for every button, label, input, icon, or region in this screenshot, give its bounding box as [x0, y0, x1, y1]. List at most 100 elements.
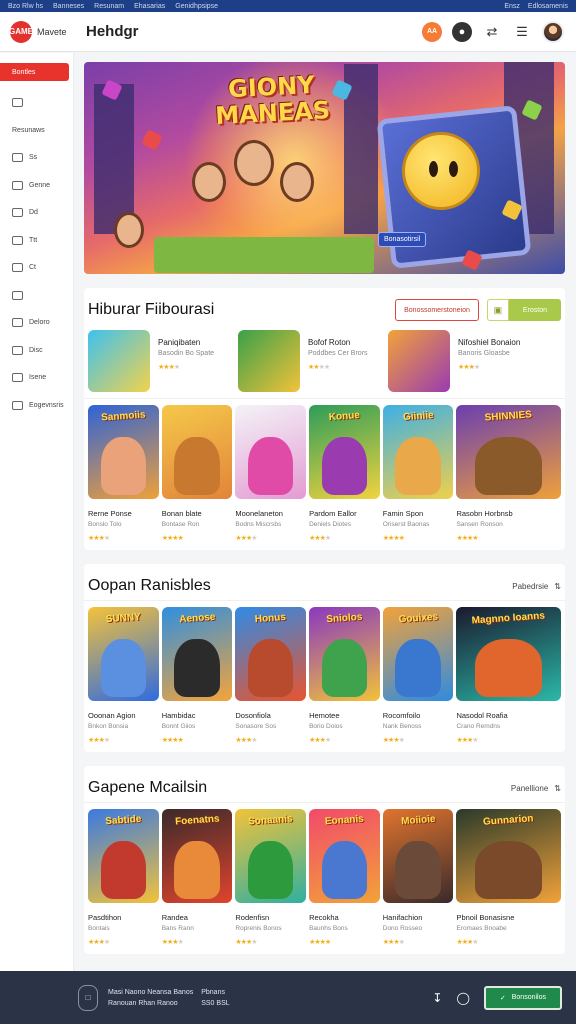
game-thumbnail[interactable]: SHINNIES [456, 405, 561, 499]
game-thumbnail[interactable]: SUNNY [88, 607, 159, 701]
top-nav-link[interactable]: Ehasarias [134, 3, 165, 10]
game-card[interactable]: Giiniie Famin Spon Oriserst Baonas ★★★★ [382, 405, 454, 542]
avatar[interactable] [542, 20, 564, 43]
game-thumbnail[interactable] [238, 330, 300, 392]
game-thumbnail[interactable]: Moiioie [382, 809, 454, 903]
game-thumbnail[interactable]: Giiniie [382, 405, 454, 499]
game-thumbnail[interactable]: Gunnarion [456, 809, 561, 903]
sidebar-item-ttt[interactable]: Ttt [0, 227, 73, 255]
game-thumbnail[interactable] [161, 405, 233, 499]
featured-game[interactable]: Nifoshiel Bonaion Banoris Gloasbe ★★★★ [388, 330, 538, 394]
profile-badge-button[interactable]: AA [422, 21, 442, 42]
top-nav-link[interactable]: Bzo Rlw hs [8, 3, 43, 10]
game-card[interactable]: Sniolos Hemotee Borio Doios ★★★★ [309, 607, 380, 744]
share-icon[interactable]: ⇄ [482, 22, 502, 42]
game-name: Nifoshiel Bonaion [458, 338, 521, 347]
sidebar-item-genne[interactable]: Genne [0, 172, 73, 200]
star-icon: ★ [398, 535, 405, 542]
hero-badge[interactable]: Bonasotirsil [378, 232, 427, 247]
hero-character [280, 162, 314, 202]
game-thumbnail[interactable] [88, 330, 150, 392]
list-icon[interactable]: ☰ [512, 22, 532, 42]
game-card[interactable]: Sonaanis Rodenfisn Roprenis Bonos ★★★★ [235, 809, 307, 946]
fire-icon[interactable]: ● [452, 21, 472, 42]
footer-action-button[interactable]: ✓ Bonsonilos [483, 985, 562, 1010]
logo[interactable]: GAME Mavete [0, 20, 86, 43]
game-thumbnail[interactable]: Magnno Ioanns [456, 607, 561, 701]
folder-icon[interactable]: ▣ [486, 299, 509, 321]
game-thumbnail[interactable]: Honus [235, 607, 307, 701]
featured-game[interactable]: Paniqibaten Basodin Bo Spate ★★★★ [88, 330, 238, 394]
featured-game[interactable]: Bofof Roton Poddbes Cer Brors ★★★★ [238, 330, 388, 394]
game-thumbnail[interactable]: Eonanis [309, 809, 380, 903]
game-card[interactable]: Aenose Hambidac Bonnt Giios ★★★★ [161, 607, 233, 744]
game-card[interactable]: SUNNY Ooonan Agion Bnkon Bonsia ★★★★ [88, 607, 159, 744]
top-nav-right-link[interactable]: Edlosamenis [528, 3, 568, 10]
game-name: Hanifachion [382, 913, 423, 922]
game-thumbnail[interactable]: Sniolos [309, 607, 380, 701]
game-thumbnail[interactable] [235, 405, 307, 499]
game-card[interactable]: Moiioie Hanifachion Dono Rosseo ★★★★ [382, 809, 454, 946]
star-icon: ★ [323, 364, 330, 371]
game-thumbnail[interactable]: Sabtide [88, 809, 159, 903]
game-card[interactable]: Eonanis Recokha Baunhs Bons ★★★★ [309, 809, 380, 946]
game-card[interactable]: Gunnarion Pbnoil Bonasisne Eromaes Bnoabe ★… [456, 809, 561, 946]
game-card[interactable]: Konue Pardom Eallor Deniels Diotes ★★★★ [309, 405, 380, 542]
game-card[interactable]: Gouixes Rocomfoilo Nank Benoss ★★★★ [382, 607, 454, 744]
character-art [100, 436, 146, 496]
menu-icon [12, 235, 23, 245]
game-card[interactable]: Sanmoiis Rerne Ponse Bonslo Tolo ★★★★ [88, 405, 159, 542]
box-icon [12, 153, 23, 163]
rating-stars: ★★★★ [88, 938, 159, 946]
character-art [321, 840, 368, 900]
game-thumbnail[interactable]: Foenatns [161, 809, 233, 903]
sidebar-item-eogevnsris[interactable]: Eogevnsris [0, 392, 73, 420]
game-card[interactable]: Magnno Ioanns Nasodol Roafia Crano Remdns ★… [456, 607, 561, 744]
sidebar-item-dd[interactable]: Dd [0, 199, 73, 227]
sidebar-item-ct[interactable]: Ct [0, 254, 73, 282]
game-thumbnail[interactable]: Konue [309, 405, 380, 499]
sidebar-item-isene[interactable]: Isene [0, 364, 73, 392]
shield-icon[interactable]: ◯ [456, 991, 469, 1005]
sidebar-item-label: Ttt [29, 236, 38, 244]
game-thumbnail[interactable]: Aenose [161, 607, 233, 701]
see-all-link[interactable]: Panellione ⇅ [511, 784, 561, 793]
top-nav-link[interactable]: Banneses [53, 3, 84, 10]
game-card[interactable]: Honus Dosonfiola Sonasore Sos ★★★★ [235, 607, 307, 744]
section-actions: Pabedrsie ⇅ [512, 582, 561, 591]
hero-banner[interactable]: GIONY MANEAS Bonasotirsil [84, 62, 565, 274]
sidebar-item-icon-8[interactable] [0, 282, 73, 310]
sidebar-item-bontles[interactable]: Bontles [0, 63, 69, 81]
sidebar-item-ss[interactable]: Ss [0, 144, 73, 172]
game-card[interactable]: Foenatns Randea Bans Rann ★★★★ [161, 809, 233, 946]
see-all-link[interactable]: Pabedrsie ⇅ [512, 582, 561, 591]
game-card[interactable]: Bonan blate Bontase Ron ★★★★ [161, 405, 233, 542]
sidebar-item-disc[interactable]: Disc [0, 337, 73, 365]
game-card[interactable]: Moonelaneton Bodns Miscrsbs ★★★★ [235, 405, 307, 542]
sidebar-item-deloro[interactable]: Deloro [0, 309, 73, 337]
filter-button[interactable]: Bonossomerstoneion [395, 299, 479, 321]
game-thumbnail[interactable]: Gouixes [382, 607, 454, 701]
browse-button[interactable]: Eroston [508, 299, 561, 321]
game-card[interactable]: Sabtide Pasdtihon Bontais ★★★★ [88, 809, 159, 946]
sidebar-item-resunaws[interactable]: Resunaws [0, 117, 73, 145]
character-art [248, 638, 294, 698]
game-grid: Sabtide Pasdtihon Bontais ★★★★ Foenatns Rande… [84, 802, 565, 946]
download-icon[interactable]: ↧ [432, 991, 442, 1005]
featured-meta: Nifoshiel Bonaion Banoris Gloasbe ★★★★ [458, 330, 520, 394]
game-thumbnail[interactable]: Sonaanis [235, 809, 307, 903]
section-header: Hiburar Fiibourasi Bonossomerstoneion ▣ … [84, 296, 565, 324]
game-logo-text: Honus [254, 611, 287, 626]
game-subtitle: Bontais [88, 925, 110, 932]
top-nav-link[interactable]: Genidhpsipse [175, 3, 218, 10]
star-icon: ★ [177, 535, 184, 542]
game-thumbnail[interactable] [388, 330, 450, 392]
top-nav-link[interactable]: Resunam [94, 3, 124, 10]
character-art [475, 638, 543, 698]
sidebar-item-icon-1[interactable] [0, 89, 73, 117]
chat-icon [12, 318, 23, 328]
game-card[interactable]: SHINNIES Rasobn Horbnsb Sansen Ronson ★★★★ [456, 405, 561, 542]
sidebar-item-label: Genne [29, 181, 51, 189]
top-nav-right-link[interactable]: Ensz [504, 3, 520, 10]
game-thumbnail[interactable]: Sanmoiis [88, 405, 159, 499]
